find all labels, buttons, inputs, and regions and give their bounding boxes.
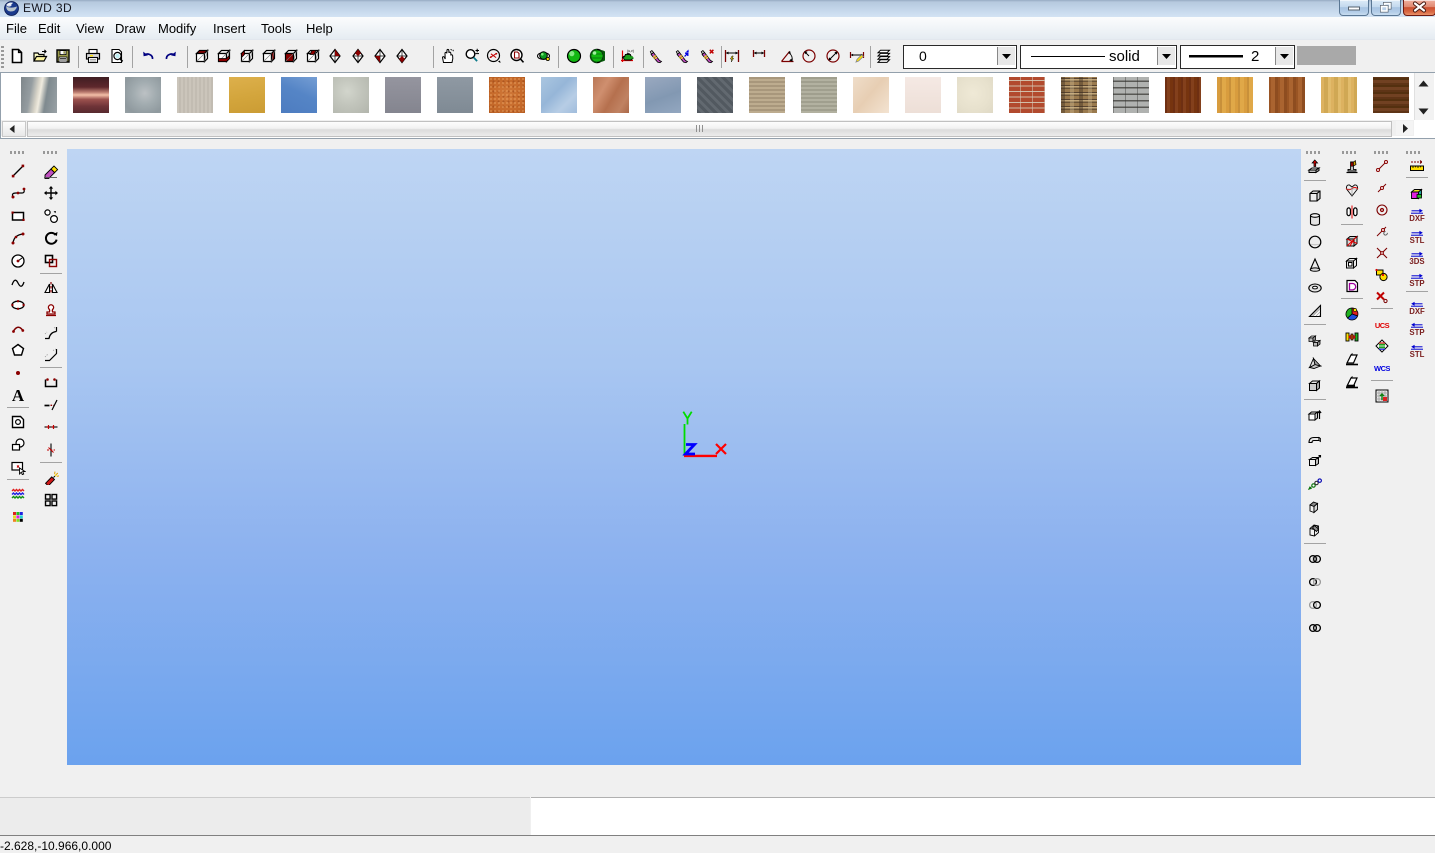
svg-text:UCS: UCS [1375, 321, 1390, 330]
svg-text:(u,v): (u,v) [627, 49, 634, 53]
svg-text:DXF: DXF [1409, 307, 1425, 316]
svg-text:3DS: 3DS [1409, 258, 1424, 267]
svg-text:WCS: WCS [1374, 364, 1390, 373]
svg-text:STL: STL [1410, 236, 1425, 245]
svg-text:STL: STL [1410, 350, 1425, 359]
svg-text:STP: STP [1409, 328, 1424, 337]
svg-text:DXF: DXF [1409, 214, 1425, 223]
svg-text:A: A [12, 387, 25, 403]
svg-text:STP: STP [1409, 279, 1424, 288]
